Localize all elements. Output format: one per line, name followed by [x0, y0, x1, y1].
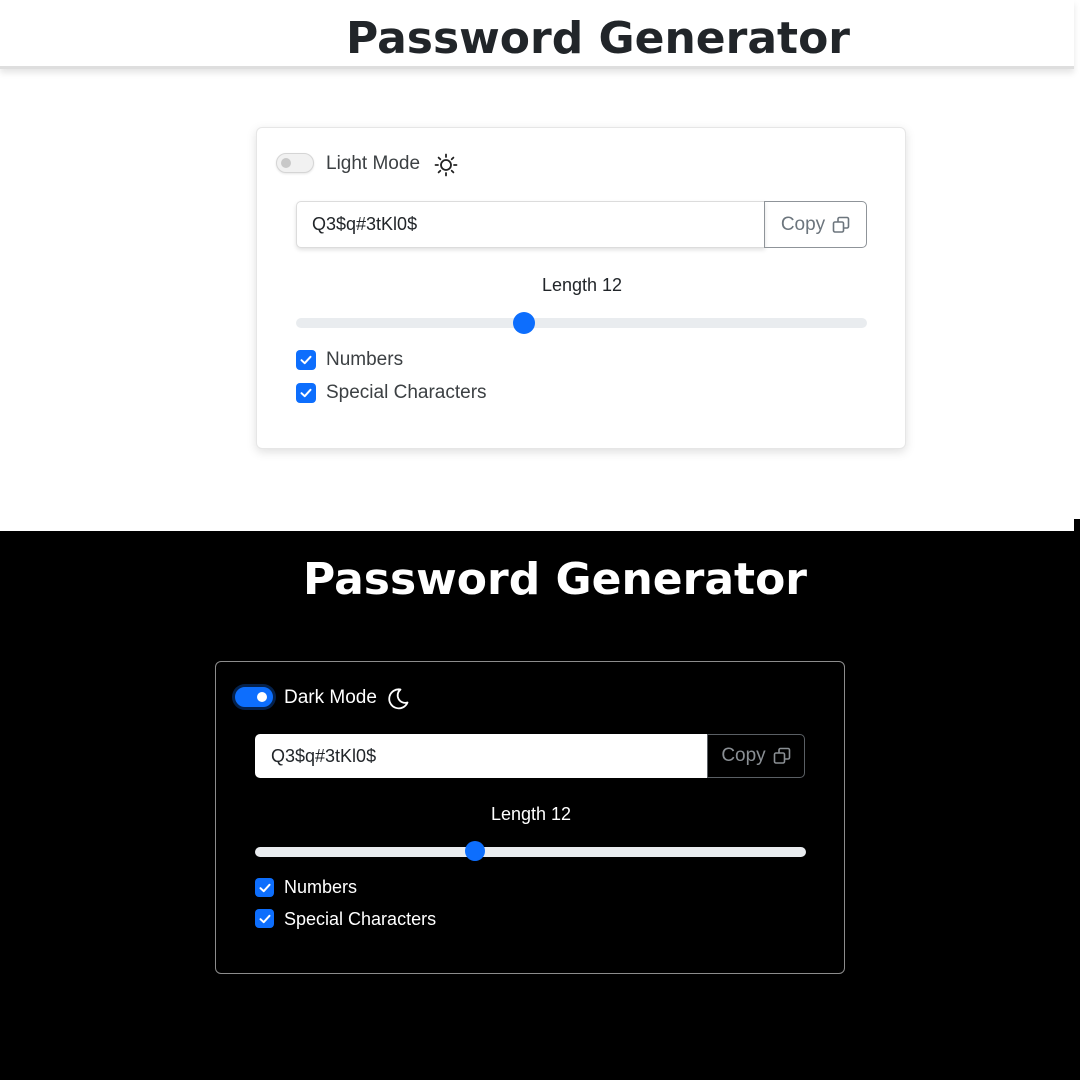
toggle-knob: [281, 158, 291, 168]
copy-button[interactable]: Copy: [707, 734, 805, 778]
copy-icon: [773, 747, 790, 764]
divider: [1074, 519, 1080, 531]
mode-label: Light Mode: [326, 153, 421, 174]
special-characters-checkbox[interactable]: [255, 909, 274, 928]
copy-button-label: Copy: [780, 213, 826, 235]
password-field[interactable]: [296, 201, 765, 248]
special-characters-label: Special Characters: [326, 382, 487, 403]
length-label: Length 12: [541, 275, 623, 295]
length-slider[interactable]: [255, 847, 806, 857]
length-slider[interactable]: [296, 318, 867, 328]
copy-button[interactable]: Copy: [764, 201, 867, 248]
generator-card: Light Mode Copy Length 12: [256, 127, 906, 449]
generator-card: Dark Mode Copy Length 12 Numbers Special…: [215, 661, 845, 974]
page-title: Password Generator: [303, 554, 808, 605]
length-label: Length 12: [490, 804, 572, 824]
copy-button-label: Copy: [721, 745, 766, 766]
numbers-checkbox[interactable]: [255, 878, 274, 897]
sun-icon: [434, 153, 458, 177]
password-field[interactable]: [255, 734, 708, 778]
theme-toggle[interactable]: [276, 153, 314, 173]
mode-label: Dark Mode: [284, 687, 377, 708]
numbers-label: Numbers: [284, 877, 358, 897]
numbers-checkbox[interactable]: [296, 350, 316, 370]
light-mode-screen: Password Generator Light Mode Copy: [0, 0, 1080, 531]
numbers-label: Numbers: [326, 349, 404, 370]
light-header-bar: Password Generator: [0, 0, 1074, 69]
copy-icon: [832, 216, 850, 233]
special-characters-checkbox[interactable]: [296, 383, 316, 403]
special-characters-label: Special Characters: [284, 909, 437, 929]
moon-icon: [388, 688, 409, 710]
toggle-knob: [257, 692, 267, 702]
slider-thumb[interactable]: [513, 312, 536, 334]
page-title: Password Generator: [346, 13, 851, 64]
theme-toggle[interactable]: [235, 687, 273, 707]
slider-thumb[interactable]: [465, 841, 486, 861]
dark-mode-screen: Password Generator Dark Mode Copy Length…: [0, 531, 1080, 1080]
